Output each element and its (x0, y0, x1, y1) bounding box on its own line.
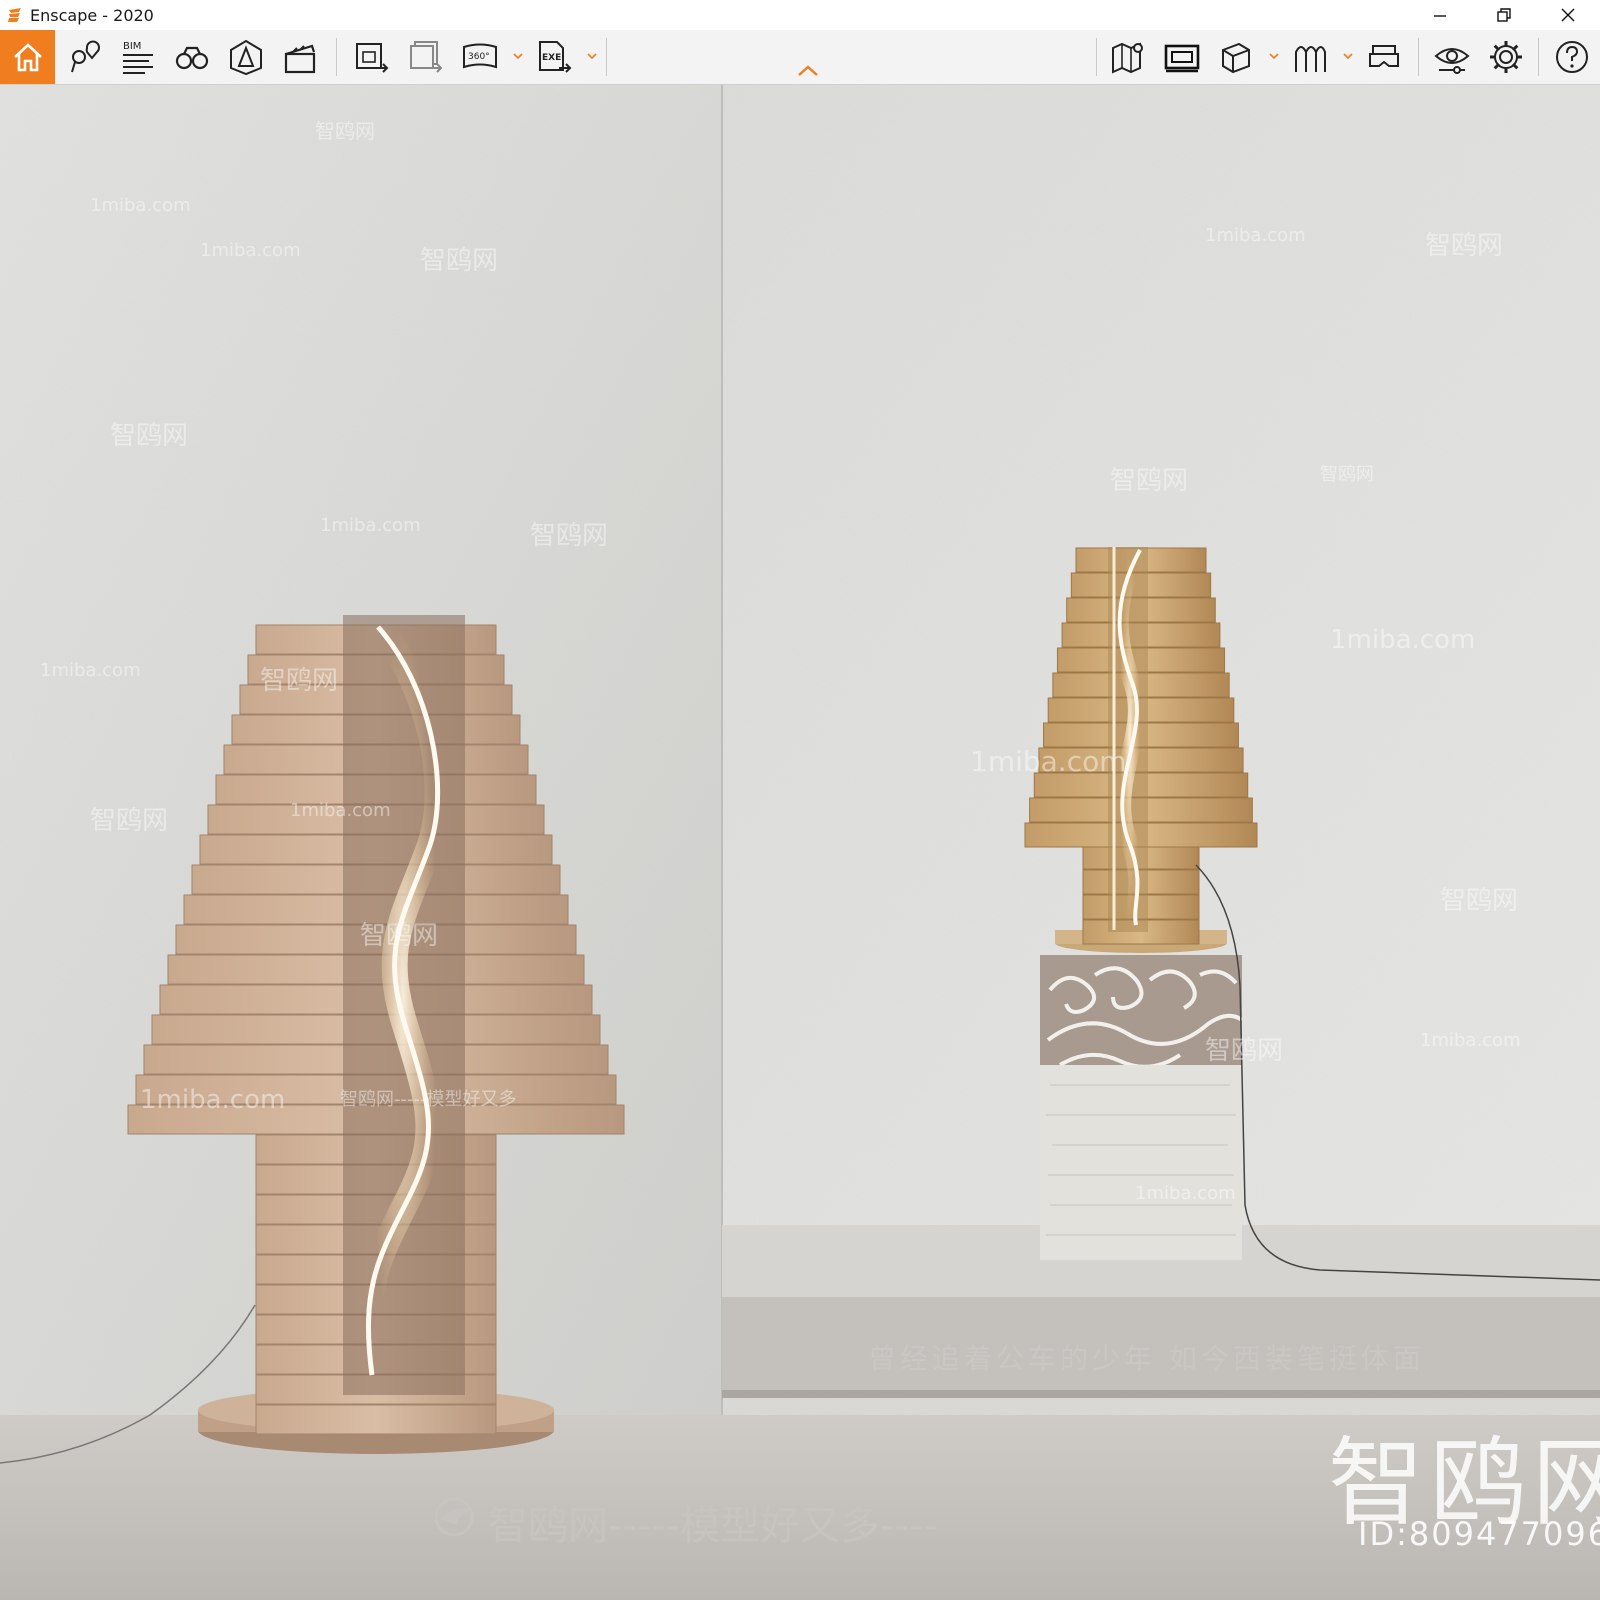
collapse-toolbar-chevron-icon[interactable] (796, 64, 820, 78)
batch-export-icon (410, 41, 443, 73)
create-view-dropdown[interactable] (1342, 46, 1354, 66)
chevron-down-icon (587, 53, 597, 60)
location-pins-icon (71, 40, 100, 73)
bim-list-icon: BIM (123, 41, 153, 74)
main-toolbar: BIM 360° EXE (0, 30, 1600, 85)
panorama-dropdown[interactable] (512, 46, 524, 66)
eye-icon (1434, 48, 1470, 74)
svg-text:BIM: BIM (123, 41, 141, 52)
svg-text:360°: 360° (468, 52, 490, 62)
watermark-text: 1miba.com (1420, 1030, 1521, 1051)
watermark-text: 智鸥网 (1440, 886, 1519, 916)
bird-logo-icon (434, 1497, 474, 1537)
minimize-icon (1434, 15, 1446, 17)
watermark-text: 1miba.com (90, 195, 191, 216)
restore-button[interactable] (1472, 0, 1536, 30)
watermark-text: 1miba.com (320, 515, 421, 536)
watermark-text: 智鸥网 (530, 521, 609, 551)
restore-icon (1497, 8, 1511, 22)
watermark-text: 1miba.com (1205, 225, 1306, 246)
exe-export-icon: EXE (539, 41, 572, 73)
toolbar-separator (336, 38, 337, 76)
exe-export-button[interactable]: EXE (528, 30, 580, 84)
render-viewport[interactable]: 智鸥网-----模型好又多---- 曾经追着公车的少年 如今西装笔挺体面 智鸥网… (0, 85, 1600, 1600)
title-bar: Enscape - 2020 (0, 0, 1600, 30)
svg-text:EXE: EXE (542, 53, 561, 63)
bim-info-button[interactable]: BIM (112, 30, 164, 84)
home-button[interactable] (0, 30, 55, 84)
watermark-text: 1miba.com (40, 660, 141, 681)
watermark-bottom: 智鸥网-----模型好又多---- (488, 1503, 938, 1549)
watermark-text: 智鸥网-----模型好又多 (340, 1089, 517, 1110)
watermark-text: 智鸥网 (1425, 231, 1504, 261)
capture-button[interactable] (1156, 30, 1208, 84)
enscape-logo-icon (6, 6, 24, 24)
clapperboard-icon (284, 44, 316, 74)
arches-icon (1295, 46, 1326, 72)
screenshot-button[interactable] (346, 30, 398, 84)
watermark-text: 1miba.com (1330, 625, 1476, 655)
chevron-down-icon (513, 53, 523, 60)
watermark-id: ID:809477096 (1358, 1515, 1600, 1553)
help-button[interactable] (1546, 30, 1598, 84)
toolbar-separator (1096, 38, 1097, 76)
gallery-icon (1164, 44, 1200, 73)
watermark-text: 1miba.com (290, 800, 391, 821)
watermark-text: 智鸥网 (315, 119, 375, 143)
scene-caption: 曾经追着公车的少年 如今西装笔挺体面 (868, 1342, 1425, 1375)
watermark-text: 1miba.com (140, 1085, 286, 1115)
map-pin-icon (1112, 42, 1143, 74)
close-icon (1561, 8, 1575, 22)
view-management-button[interactable] (58, 30, 110, 84)
asset-library-icon (230, 39, 262, 76)
asset-library-button[interactable] (220, 30, 272, 84)
toolbar-separator (1418, 38, 1419, 76)
toolbar-separator (1538, 38, 1539, 76)
watermark-text: 智鸥网 (1205, 1036, 1284, 1066)
visual-settings-button[interactable] (1426, 30, 1478, 84)
panorama-button[interactable]: 360° (454, 30, 506, 84)
create-view-button[interactable] (1284, 30, 1336, 84)
view-mode-dropdown[interactable] (1268, 46, 1280, 66)
settings-button[interactable] (1480, 30, 1532, 84)
vr-headset-button[interactable] (1358, 30, 1410, 84)
gear-icon (1490, 41, 1522, 73)
window-title: Enscape - 2020 (30, 5, 154, 25)
watermark-text: 1miba.com (200, 240, 301, 261)
minimize-button[interactable] (1408, 0, 1472, 30)
watermark-text: 智鸥网 (420, 246, 499, 276)
chevron-down-icon (1269, 53, 1279, 60)
watermark-text: 1miba.com (1135, 1183, 1236, 1204)
watermark-text: 智鸥网 (90, 806, 169, 836)
view-mode-button[interactable] (1210, 30, 1262, 84)
exe-export-dropdown[interactable] (586, 46, 598, 66)
watermark-text: 1miba.com (970, 745, 1127, 778)
home-icon (13, 43, 42, 72)
binoculars-icon (175, 46, 209, 70)
screenshot-export-icon (356, 43, 389, 73)
walk-mode-button[interactable] (166, 30, 218, 84)
watermark-text: 智鸥网 (360, 921, 439, 951)
watermark-text: 智鸥网 (260, 666, 339, 696)
watermark-text: 智鸥网 (1110, 466, 1189, 496)
close-button[interactable] (1536, 0, 1600, 30)
chevron-down-icon (1343, 53, 1353, 60)
video-editor-button[interactable] (274, 30, 326, 84)
map-button[interactable] (1102, 30, 1154, 84)
help-icon (1556, 41, 1588, 73)
watermark-text: 智鸥网 (1320, 464, 1374, 485)
panorama-360-icon: 360° (463, 43, 497, 69)
batch-render-button[interactable] (400, 30, 452, 84)
vr-headset-icon (1369, 45, 1399, 67)
cube-icon (1222, 42, 1250, 74)
watermark-text: 智鸥网 (110, 421, 189, 451)
toolbar-separator (606, 38, 607, 76)
